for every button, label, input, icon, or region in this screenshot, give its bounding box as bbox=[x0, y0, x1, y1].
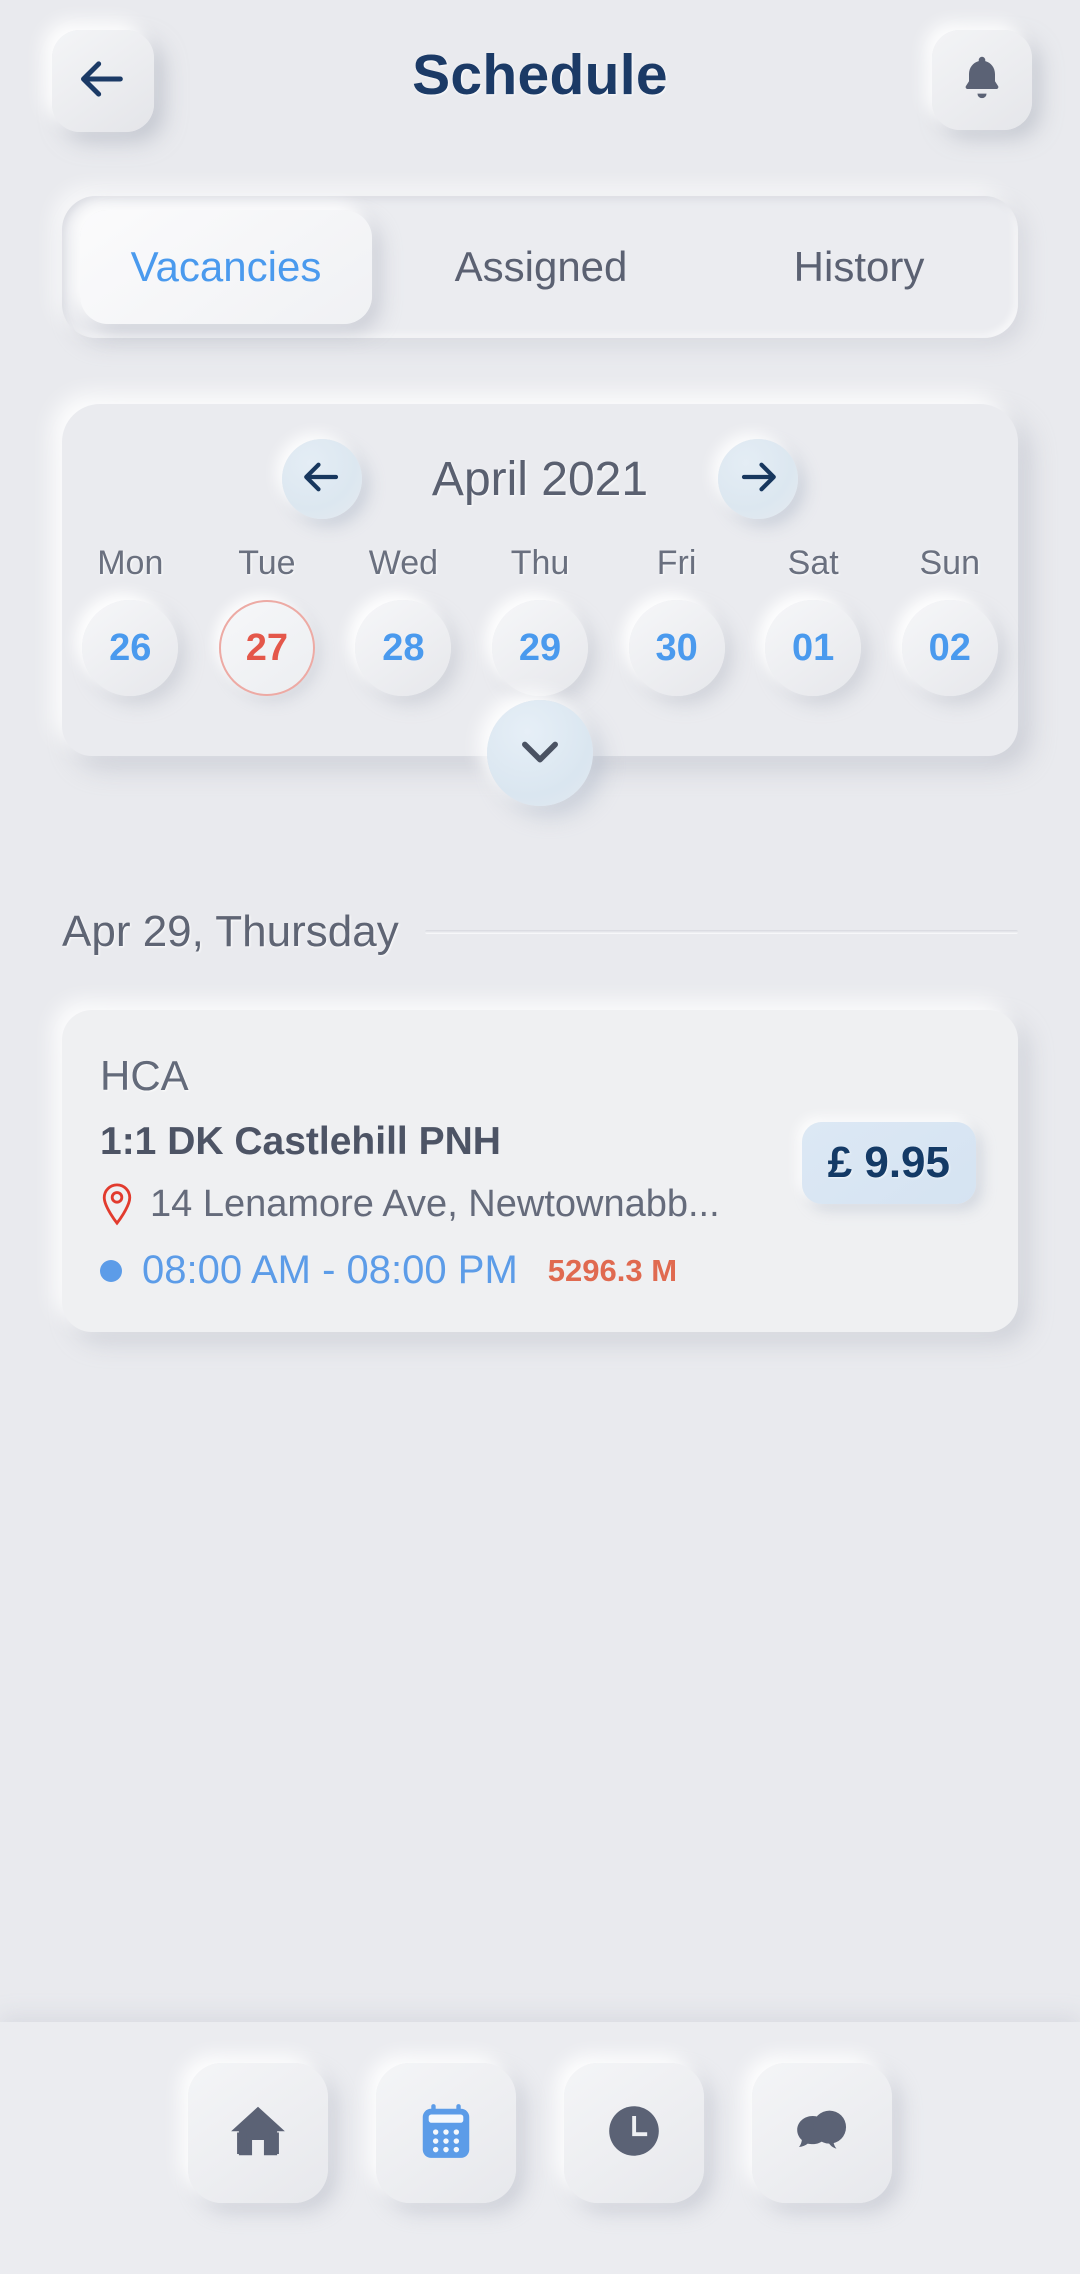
divider-line bbox=[424, 930, 1018, 934]
tab-vacancies-label: Vacancies bbox=[130, 243, 322, 290]
date-cell: 02 bbox=[881, 600, 1018, 696]
weekday-label: Wed bbox=[368, 544, 439, 582]
chat-icon bbox=[791, 2100, 853, 2167]
date-chip[interactable]: 29 bbox=[492, 600, 589, 696]
nav-clock-button[interactable] bbox=[564, 2063, 704, 2203]
bottom-navigation bbox=[0, 2022, 1080, 2274]
arrow-left-icon bbox=[301, 456, 343, 503]
weekday-label: Sun bbox=[919, 544, 981, 582]
nav-home-button[interactable] bbox=[188, 2063, 328, 2203]
home-icon bbox=[227, 2100, 289, 2167]
chevron-down-icon bbox=[514, 725, 566, 782]
job-card[interactable]: HCA 1:1 DK Castlehill PNH 14 Lenamore Av… bbox=[62, 1010, 1018, 1332]
date-chip-today[interactable]: 27 bbox=[218, 600, 315, 696]
app-screen: Schedule Vacancies Assigned History Apri… bbox=[0, 0, 1080, 2274]
page-title: Schedule bbox=[412, 43, 668, 107]
date-cell: 27 bbox=[199, 600, 336, 696]
calendar-prev-month-button[interactable] bbox=[282, 439, 362, 519]
calendar-expand-button[interactable] bbox=[487, 700, 593, 806]
clock-icon bbox=[603, 2100, 665, 2167]
date-chip[interactable]: 30 bbox=[628, 600, 725, 696]
job-price-badge: £ 9.95 bbox=[801, 1122, 976, 1204]
date-chip[interactable]: 28 bbox=[355, 600, 452, 696]
section-date-divider: Apr 29, Thursday bbox=[62, 904, 1018, 960]
arrow-right-icon bbox=[737, 456, 779, 503]
date-chip[interactable]: 01 bbox=[765, 600, 862, 696]
weekday-label: Sat bbox=[787, 544, 839, 582]
tab-assigned-label: Assigned bbox=[454, 243, 628, 290]
nav-calendar-button[interactable] bbox=[376, 2063, 516, 2203]
calendar-header: April 2021 bbox=[62, 436, 1018, 522]
job-address: 14 Lenamore Ave, Newtownabb... bbox=[150, 1182, 720, 1225]
map-pin-icon bbox=[100, 1182, 134, 1226]
header: Schedule bbox=[0, 0, 1080, 170]
tab-history[interactable]: History bbox=[700, 196, 1018, 338]
time-bullet-icon bbox=[100, 1259, 122, 1282]
date-cell: 26 bbox=[62, 600, 199, 696]
date-row: 26 27 28 29 30 01 02 bbox=[62, 600, 1018, 696]
section-date-label: Apr 29, Thursday bbox=[62, 907, 399, 956]
date-cell: 30 bbox=[608, 600, 745, 696]
weekday-label: Thu bbox=[510, 544, 570, 582]
job-distance: 5296.3 M bbox=[547, 1252, 678, 1288]
weekday-label: Mon bbox=[97, 544, 164, 582]
job-time: 08:00 AM - 08:00 PM bbox=[142, 1248, 518, 1292]
notifications-button[interactable] bbox=[932, 30, 1032, 130]
weekday-label: Tue bbox=[238, 544, 296, 582]
job-time-row: 08:00 AM - 08:00 PM 5296.3 M bbox=[100, 1248, 980, 1293]
date-chip[interactable]: 02 bbox=[901, 600, 998, 696]
job-role: HCA bbox=[100, 1052, 189, 1099]
weekday-label: Fri bbox=[656, 544, 697, 582]
calendar-icon bbox=[415, 2100, 477, 2167]
date-cell: 01 bbox=[745, 600, 882, 696]
weekday-row: Mon Tue Wed Thu Fri Sat Sun bbox=[62, 544, 1018, 583]
calendar-month-label: April 2021 bbox=[431, 452, 649, 506]
tab-history-label: History bbox=[793, 243, 925, 290]
date-cell: 28 bbox=[335, 600, 472, 696]
date-cell: 29 bbox=[472, 600, 609, 696]
tab-bar: Vacancies Assigned History bbox=[62, 196, 1018, 338]
calendar-next-month-button[interactable] bbox=[718, 439, 798, 519]
tab-assigned[interactable]: Assigned bbox=[382, 196, 700, 338]
tab-vacancies[interactable]: Vacancies bbox=[80, 210, 372, 324]
date-chip[interactable]: 26 bbox=[82, 600, 179, 696]
nav-chat-button[interactable] bbox=[752, 2063, 892, 2203]
bell-icon bbox=[956, 52, 1008, 109]
